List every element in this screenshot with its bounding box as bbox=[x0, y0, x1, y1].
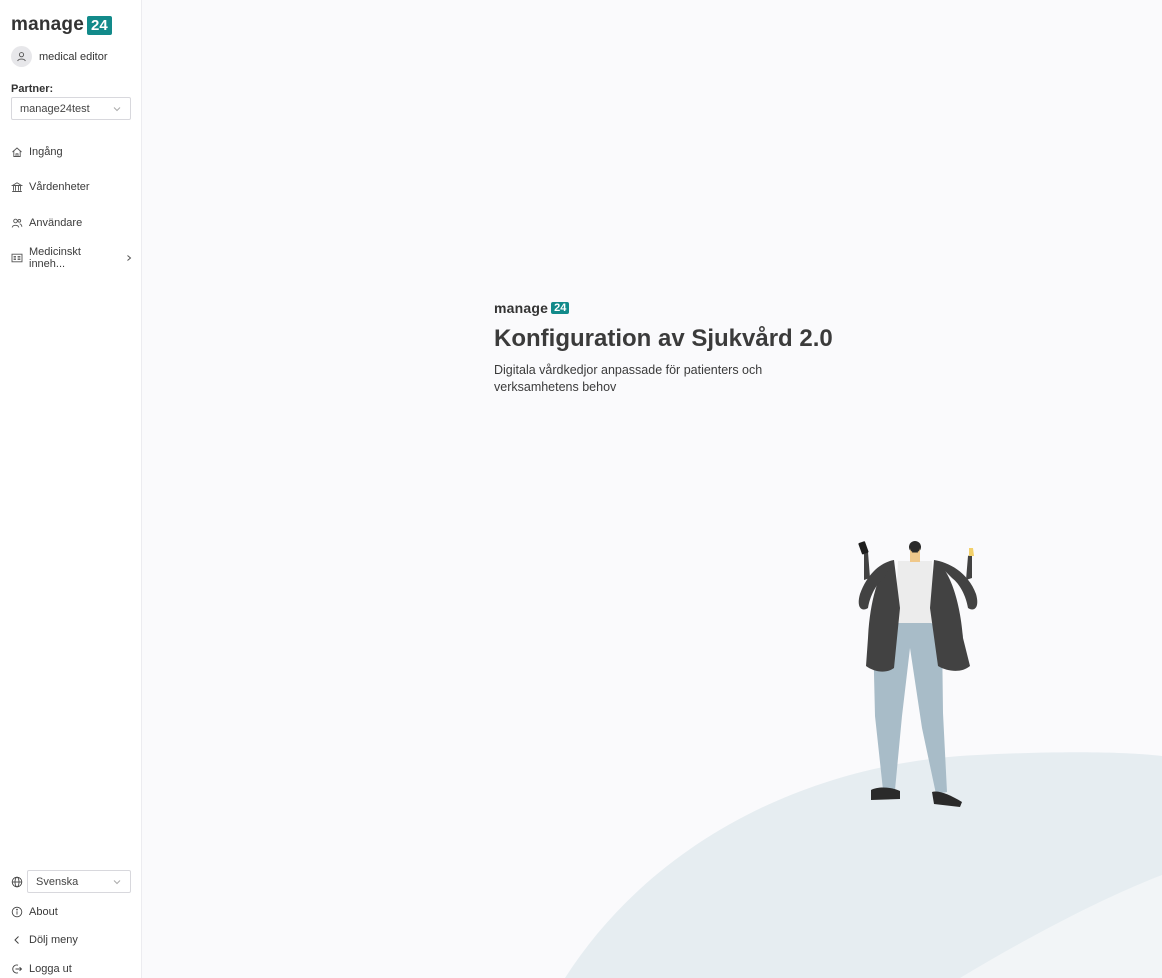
language-select-value: Svenska bbox=[36, 875, 79, 888]
brand-word: manage bbox=[11, 14, 85, 35]
sidebar-item-label: Vårdenheter bbox=[29, 181, 90, 193]
info-icon bbox=[11, 906, 23, 918]
brand-badge: 24 bbox=[551, 302, 570, 314]
sidebar-item-vardenheter[interactable]: Vårdenheter bbox=[11, 179, 133, 195]
background-hill bbox=[565, 752, 1162, 978]
brand-badge: 24 bbox=[87, 15, 112, 35]
logout-button[interactable]: Logga ut bbox=[11, 961, 133, 977]
sidebar-item-medicinskt-innehall[interactable]: Medicinskt inneh... bbox=[11, 246, 133, 270]
sidebar-item-label: Medicinskt inneh... bbox=[29, 246, 81, 270]
language-select[interactable]: Svenska bbox=[27, 870, 131, 893]
globe-icon bbox=[11, 876, 23, 888]
chevron-down-icon bbox=[113, 879, 121, 884]
sidebar-item-label: Användare bbox=[29, 217, 83, 229]
logout-label: Logga ut bbox=[29, 963, 72, 975]
page-title: Konfiguration av Sjukvård 2.0 bbox=[494, 325, 833, 352]
chevron-down-icon bbox=[113, 106, 121, 111]
page-subtitle: Digitala vårdkedjor anpassade för patien… bbox=[494, 363, 763, 394]
hide-menu-label: Dölj meny bbox=[29, 934, 78, 946]
user-profile[interactable]: medical editor bbox=[11, 46, 107, 67]
building-icon bbox=[11, 182, 23, 192]
sidebar-item-label: Ingång bbox=[29, 146, 63, 158]
partner-select-value: manage24test bbox=[20, 102, 90, 115]
sidebar-item-anvandare[interactable]: Användare bbox=[11, 215, 133, 231]
brand-word: manage bbox=[494, 300, 549, 316]
user-icon bbox=[11, 46, 32, 67]
brand-logo[interactable]: manage 24 bbox=[11, 14, 112, 36]
users-icon bbox=[11, 218, 23, 228]
home-icon bbox=[12, 147, 22, 157]
about-label: About bbox=[29, 906, 58, 918]
sidebar: manage 24 medical editor Partner: manage… bbox=[0, 0, 142, 978]
hide-menu-button[interactable]: Dölj meny bbox=[11, 932, 133, 948]
sidebar-item-ingang[interactable]: Ingång bbox=[11, 144, 133, 160]
logout-icon bbox=[12, 964, 23, 974]
main-brand-logo: manage 24 bbox=[494, 300, 570, 316]
chevron-right-icon bbox=[127, 255, 132, 261]
about-link[interactable]: About bbox=[11, 904, 133, 920]
user-name: medical editor bbox=[39, 50, 108, 63]
chevron-left-icon bbox=[14, 936, 19, 944]
document-list-icon bbox=[11, 253, 23, 263]
partner-select[interactable]: manage24test bbox=[11, 97, 131, 120]
person-illustration bbox=[858, 541, 978, 807]
partner-label: Partner: bbox=[11, 83, 54, 95]
